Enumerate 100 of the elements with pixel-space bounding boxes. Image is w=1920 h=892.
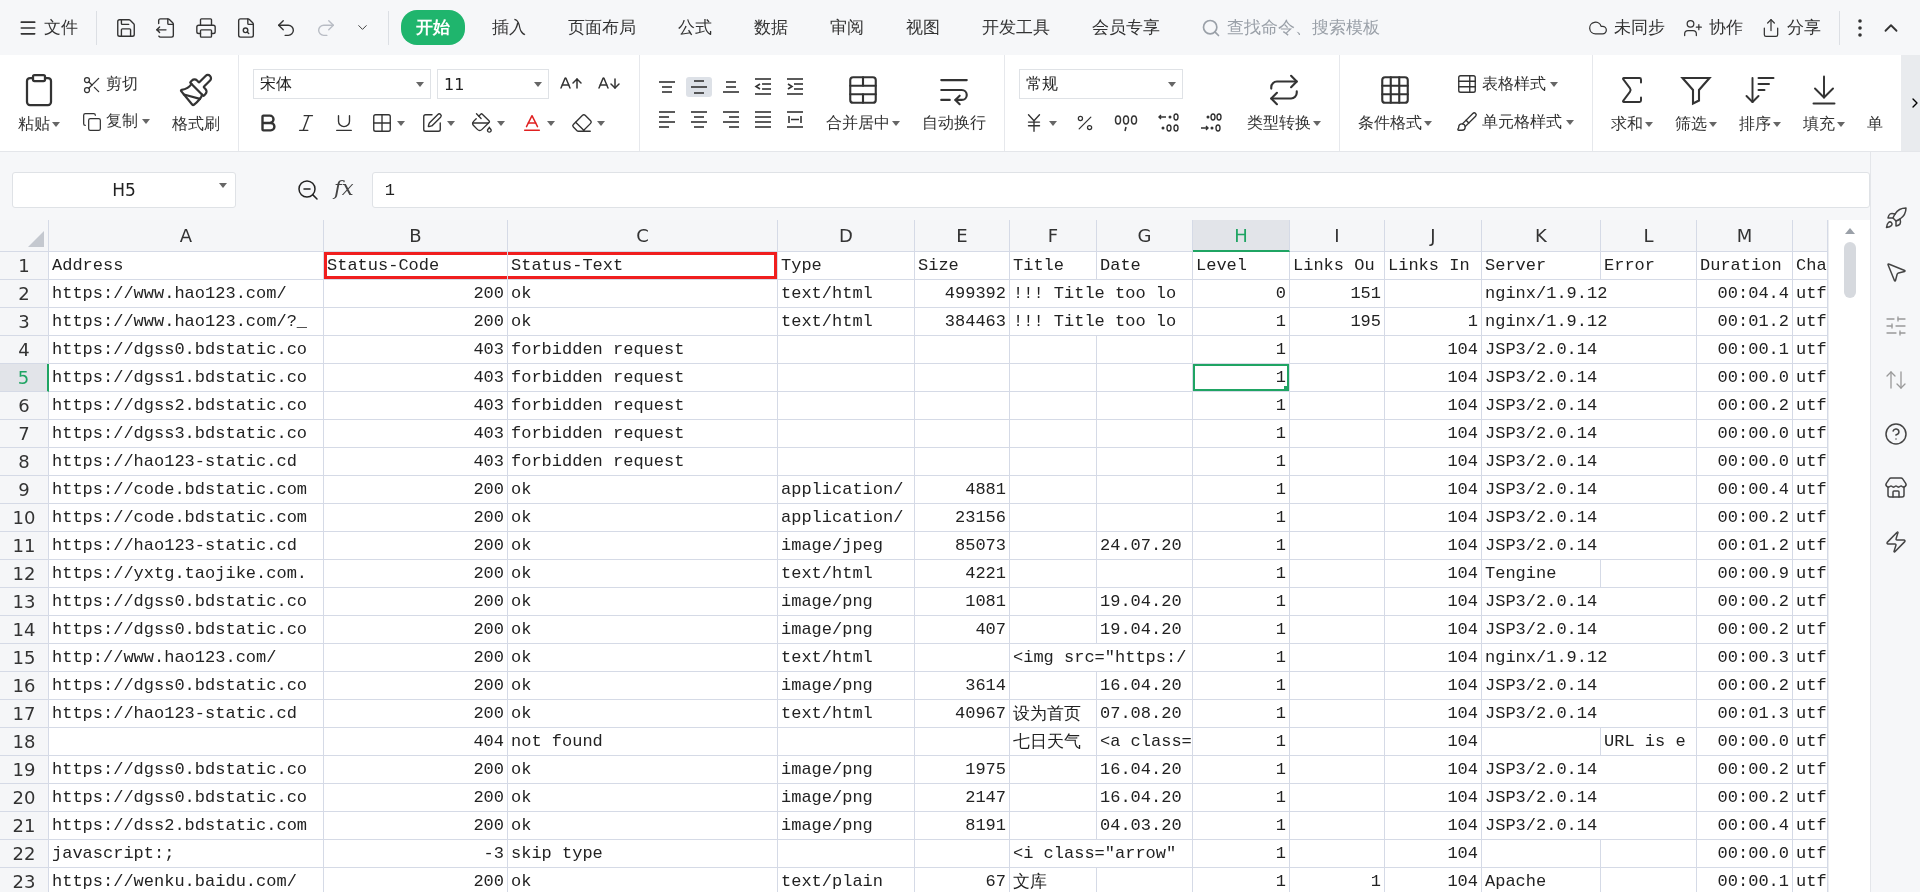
font-name-select[interactable]: 宋体 xyxy=(253,69,431,99)
type-convert-button[interactable]: 类型转换 xyxy=(1243,70,1325,136)
row-header[interactable]: 20 xyxy=(0,784,49,812)
row-header[interactable]: 3 xyxy=(0,308,49,336)
table-cell: 200 xyxy=(324,672,508,700)
column-header[interactable]: B xyxy=(324,220,508,252)
row-header[interactable]: 18 xyxy=(0,728,49,756)
font-size-select[interactable]: 11 xyxy=(437,69,549,99)
table-cell: nginx/1.9.12 xyxy=(1482,280,1697,308)
fill-handle[interactable] xyxy=(1284,386,1289,391)
share-button[interactable]: 分享 xyxy=(1755,12,1827,43)
row-header[interactable]: 2 xyxy=(0,280,49,308)
cut-button[interactable]: 剪切 xyxy=(78,71,154,98)
sum-button[interactable]: 求和 xyxy=(1607,69,1657,137)
table-cell: 200 xyxy=(324,560,508,588)
name-box[interactable]: H5 xyxy=(12,172,236,208)
row-header[interactable]: 1 xyxy=(0,252,49,280)
ribbon-tab[interactable]: 页面布局 xyxy=(553,10,651,45)
column-header[interactable]: J xyxy=(1385,220,1482,252)
ribbon-tab[interactable]: 插入 xyxy=(477,10,541,45)
table-cell: Tengine xyxy=(1482,560,1601,588)
row-header[interactable]: 14 xyxy=(0,616,49,644)
row-header[interactable]: 13 xyxy=(0,588,49,616)
ribbon-tab[interactable]: 审阅 xyxy=(815,10,879,45)
row-header[interactable]: 6 xyxy=(0,392,49,420)
column-header[interactable]: G xyxy=(1097,220,1193,252)
row-header[interactable]: 19 xyxy=(0,756,49,784)
ribbon-tab[interactable]: 数据 xyxy=(739,10,803,45)
row-header[interactable]: 23 xyxy=(0,868,49,892)
column-header[interactable]: A xyxy=(49,220,324,252)
cut-button[interactable]: 单 xyxy=(1863,69,1887,137)
table-cell: text/html xyxy=(778,700,915,728)
lightning-icon[interactable] xyxy=(1883,530,1908,554)
formula-input[interactable]: 1 xyxy=(371,172,1870,208)
rocket-icon[interactable] xyxy=(1883,206,1908,230)
row-header[interactable]: 4 xyxy=(0,336,49,364)
table-cell: forbidden request xyxy=(508,448,778,476)
filter-button[interactable]: 筛选 xyxy=(1671,69,1721,137)
function-label[interactable]: fx xyxy=(334,176,354,200)
column-header[interactable]: I xyxy=(1290,220,1385,252)
table-cell: JSP3/2.0.14 xyxy=(1482,672,1697,700)
column-header[interactable]: F xyxy=(1010,220,1097,252)
caret-icon xyxy=(447,120,455,126)
table-cell: 00:00.0 xyxy=(1697,364,1793,392)
column-header[interactable]: E xyxy=(915,220,1010,252)
wrap-text-button[interactable]: 自动换行 xyxy=(918,70,990,136)
ribbon-tab[interactable]: 开发工具 xyxy=(967,10,1065,45)
file-menu[interactable]: 文件 xyxy=(12,12,84,43)
table-cell: JSP3/2.0.14 xyxy=(1482,588,1697,616)
copy-button[interactable]: 复制 xyxy=(78,108,154,135)
row-header[interactable]: 11 xyxy=(0,532,49,560)
row-header[interactable]: 17 xyxy=(0,700,49,728)
zoom-out-icon[interactable] xyxy=(296,178,320,202)
paint-bucket-icon xyxy=(471,112,493,134)
table-cell: application/ xyxy=(778,476,915,504)
ribbon-tab[interactable]: 视图 xyxy=(891,10,955,45)
cell-style-button[interactable]: 单元格样式 xyxy=(1452,108,1578,136)
search-icon xyxy=(1201,17,1221,38)
row-header[interactable]: 12 xyxy=(0,560,49,588)
sort-button[interactable]: 排序 xyxy=(1735,69,1785,137)
row-header[interactable]: 10 xyxy=(0,504,49,532)
alignment-button[interactable] xyxy=(686,76,712,97)
column-header[interactable]: K xyxy=(1482,220,1601,252)
column-header[interactable]: L xyxy=(1601,220,1697,252)
table-cell: 1 xyxy=(1193,392,1290,420)
row-header[interactable]: 7 xyxy=(0,420,49,448)
table-cell: Title xyxy=(1010,252,1097,280)
row-header[interactable]: 15 xyxy=(0,644,49,672)
scrollbar-thumb[interactable] xyxy=(1843,242,1856,298)
table-cell: ok xyxy=(508,812,778,840)
fill-button[interactable]: 填充 xyxy=(1799,69,1849,137)
table-cell: 200 xyxy=(324,756,508,784)
number-format-select[interactable]: 常规 xyxy=(1019,69,1183,99)
table-style-button[interactable]: 表格样式 xyxy=(1452,70,1578,98)
table-cell: 104 xyxy=(1385,392,1482,420)
column-header[interactable]: C xyxy=(508,220,778,252)
row-header[interactable]: 16 xyxy=(0,672,49,700)
row-header[interactable]: 21 xyxy=(0,812,49,840)
table-cell: !!! Title too lo xyxy=(1010,308,1193,336)
column-header[interactable]: M xyxy=(1697,220,1793,252)
row-header[interactable]: 9 xyxy=(0,476,49,504)
table-cell: 16.04.20 xyxy=(1097,672,1193,700)
ribbon-tab[interactable]: 会员专享 xyxy=(1077,10,1175,45)
collaborate-button[interactable]: 协作 xyxy=(1677,12,1749,43)
ribbon-tab[interactable]: 公式 xyxy=(663,10,727,45)
help-icon[interactable] xyxy=(1883,422,1908,446)
sync-button[interactable]: 未同步 xyxy=(1582,12,1671,43)
paste-button[interactable]: 粘贴 xyxy=(14,69,64,137)
conditional-format-button[interactable]: 条件格式 xyxy=(1354,70,1436,136)
table-icon xyxy=(1456,73,1478,95)
table-cell: Type xyxy=(778,252,915,280)
print-icon xyxy=(195,16,217,39)
store-icon[interactable] xyxy=(1883,476,1908,500)
table-cell: https://dgss0.bdstatic.co xyxy=(49,336,324,364)
merge-center-button[interactable]: 合并居中 xyxy=(822,70,904,136)
table-cell: 七日天气 xyxy=(1010,728,1097,756)
column-header[interactable]: D xyxy=(778,220,915,252)
row-header[interactable]: 8 xyxy=(0,448,49,476)
row-header[interactable]: 22 xyxy=(0,840,49,868)
format-painter-button[interactable]: 格式刷 xyxy=(168,69,224,137)
